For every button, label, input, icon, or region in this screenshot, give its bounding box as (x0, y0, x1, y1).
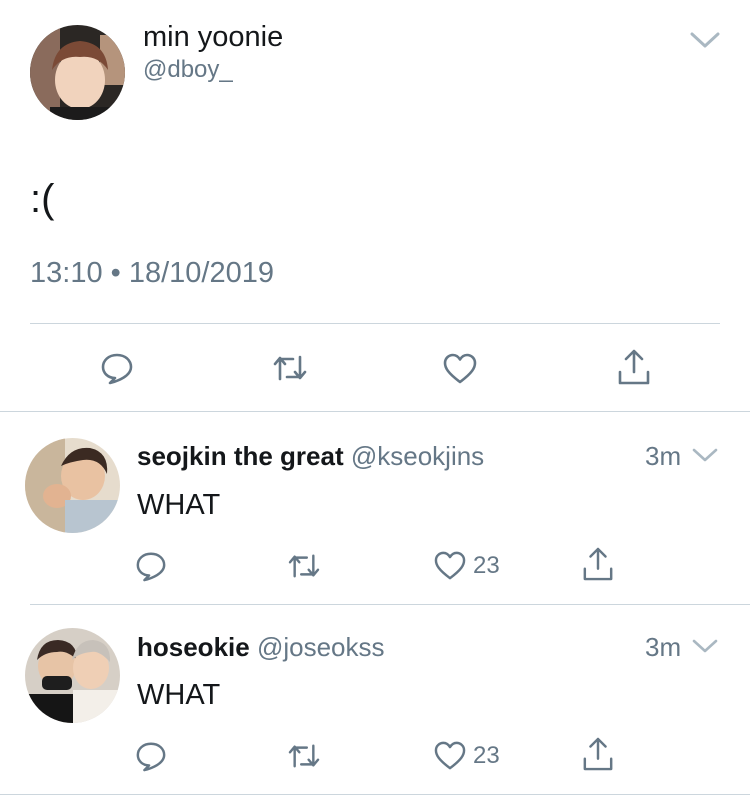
reply-age: 3m (645, 632, 682, 662)
like-icon[interactable] (443, 353, 477, 385)
like-count: 23 (473, 552, 500, 579)
avatar[interactable] (30, 25, 125, 120)
reply-icon[interactable] (135, 740, 167, 772)
retweet-icon[interactable] (271, 353, 309, 383)
divider (30, 323, 720, 324)
tweet-text: :( (30, 177, 55, 221)
avatar[interactable] (25, 628, 120, 723)
reply-header: seojkin the great @kseokjins (137, 440, 484, 472)
divider (30, 604, 750, 605)
reply-text: WHAT (137, 489, 221, 521)
avatar-photo (25, 438, 120, 533)
user-handle[interactable]: @joseokss (257, 632, 385, 662)
timestamp-separator: • (110, 257, 121, 289)
share-icon[interactable] (582, 736, 614, 772)
share-icon[interactable] (617, 348, 651, 386)
display-name[interactable]: seojkin the great (137, 441, 344, 471)
divider (0, 794, 750, 795)
retweet-icon[interactable] (286, 552, 322, 580)
display-name[interactable]: min yoonie (143, 20, 283, 54)
like-icon[interactable] (434, 551, 466, 581)
reply-header: hoseokie @joseokss (137, 631, 385, 663)
reply-text: WHAT (137, 679, 221, 711)
reply-age: 3m (645, 441, 682, 471)
avatar-photo (25, 628, 120, 723)
reply-icon[interactable] (100, 351, 134, 385)
user-handle[interactable]: @kseokjins (351, 441, 484, 471)
chevron-down-icon[interactable] (692, 638, 718, 654)
avatar-photo (30, 25, 125, 120)
reply-icon[interactable] (135, 550, 167, 582)
avatar[interactable] (25, 438, 120, 533)
like-icon[interactable] (434, 741, 466, 771)
share-icon[interactable] (582, 546, 614, 582)
divider (0, 411, 750, 412)
tweet-time: 13:10 (30, 257, 103, 289)
tweet-timestamp: 13:10 • 18/10/2019 (30, 255, 274, 291)
like-count: 23 (473, 742, 500, 769)
tweet-date: 18/10/2019 (128, 257, 275, 289)
user-handle[interactable]: @dboy_ (143, 55, 233, 85)
retweet-icon[interactable] (286, 742, 322, 770)
chevron-down-icon[interactable] (690, 31, 720, 49)
chevron-down-icon[interactable] (692, 447, 718, 463)
display-name[interactable]: hoseokie (137, 632, 250, 662)
